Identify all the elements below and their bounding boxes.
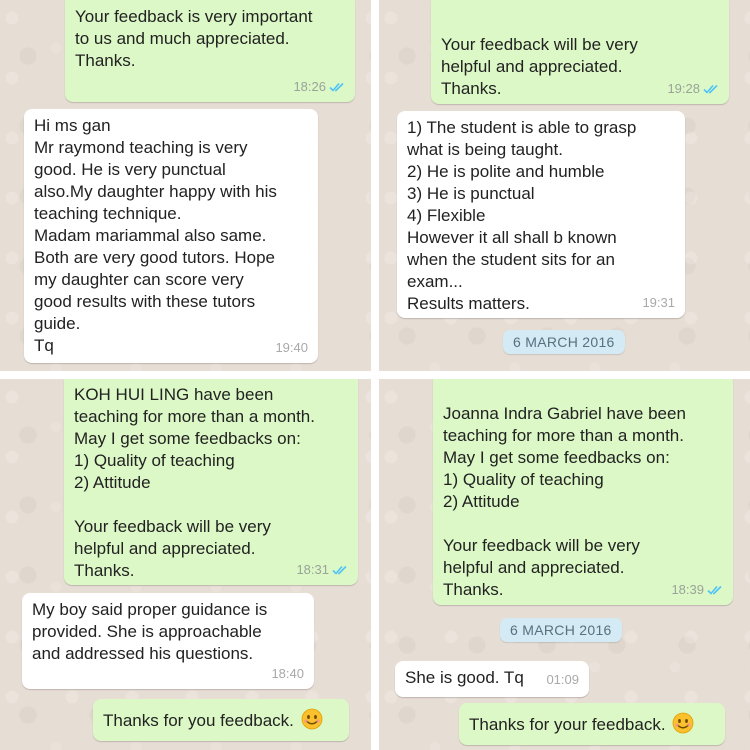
date-chip: 6 MARCH 2016 <box>500 618 622 642</box>
message-text: My boy said proper guidance is provided.… <box>32 600 268 663</box>
message-time: 19:28 <box>667 81 700 96</box>
smiling-face-emoji-icon <box>301 708 323 730</box>
message-meta: 18:39 <box>671 579 723 601</box>
message-meta: 19:31 <box>642 292 675 314</box>
message-text: 1) The student is able to grasp what is … <box>407 118 637 313</box>
double-check-icon <box>707 584 723 596</box>
incoming-message-bubble[interactable]: Hi ms gan Mr raymond teaching is very go… <box>24 109 318 363</box>
message-time: 18:31 <box>296 562 329 577</box>
incoming-message-bubble[interactable]: 1) The student is able to grasp what is … <box>397 111 685 318</box>
incoming-message-bubble[interactable]: My boy said proper guidance is provided.… <box>22 593 314 689</box>
chat-panel-1: Your feedback is very important to us an… <box>0 0 371 371</box>
outgoing-message-bubble[interactable]: KOH HUI LING have been teaching for more… <box>64 379 358 585</box>
message-text: Thanks for your feedback. <box>469 715 666 734</box>
message-meta: 19:28 <box>667 78 719 100</box>
message-meta: 18:31 <box>296 559 348 581</box>
message-time: 01:09 <box>546 672 579 687</box>
outgoing-message-bubble[interactable]: Thanks for you feedback. <box>93 699 349 741</box>
message-text: She is good. Tq <box>405 668 524 687</box>
message-text: KOH HUI LING have been teaching for more… <box>74 385 315 580</box>
message-meta: 01:09 <box>546 669 579 691</box>
chat-panel-2: Your feedback will be very helpful and a… <box>379 0 750 371</box>
message-meta: 18:26 <box>293 76 345 98</box>
date-chip: 6 MARCH 2016 <box>503 330 625 354</box>
message-time: 19:31 <box>642 295 675 310</box>
outgoing-message-bubble[interactable]: Thanks for your feedback. <box>459 703 725 745</box>
message-text: Thanks for you feedback. <box>103 711 294 730</box>
double-check-icon <box>329 81 345 93</box>
chat-panel-3: KOH HUI LING have been teaching for more… <box>0 379 371 750</box>
message-time: 18:40 <box>271 666 304 681</box>
outgoing-message-bubble[interactable]: Your feedback will be very helpful and a… <box>431 0 729 104</box>
message-time: 19:40 <box>275 340 308 355</box>
message-text: Joanna Indra Gabriel have been teaching … <box>443 404 686 599</box>
message-text: Hi ms gan Mr raymond teaching is very go… <box>34 116 277 355</box>
message-time: 18:26 <box>293 79 326 94</box>
message-meta: 18:40 <box>271 663 304 685</box>
double-check-icon <box>332 564 348 576</box>
outgoing-message-bubble[interactable]: Your feedback is very important to us an… <box>65 0 355 102</box>
message-meta: 19:40 <box>275 337 308 359</box>
outgoing-message-bubble[interactable]: Joanna Indra Gabriel have been teaching … <box>433 379 733 605</box>
message-time: 18:39 <box>671 582 704 597</box>
chat-panel-4: Joanna Indra Gabriel have been teaching … <box>379 379 750 750</box>
double-check-icon <box>703 83 719 95</box>
message-text: Your feedback is very important to us an… <box>75 7 313 70</box>
incoming-message-bubble[interactable]: She is good. Tq 01:09 <box>395 661 589 697</box>
smiling-face-emoji-icon <box>672 712 694 734</box>
